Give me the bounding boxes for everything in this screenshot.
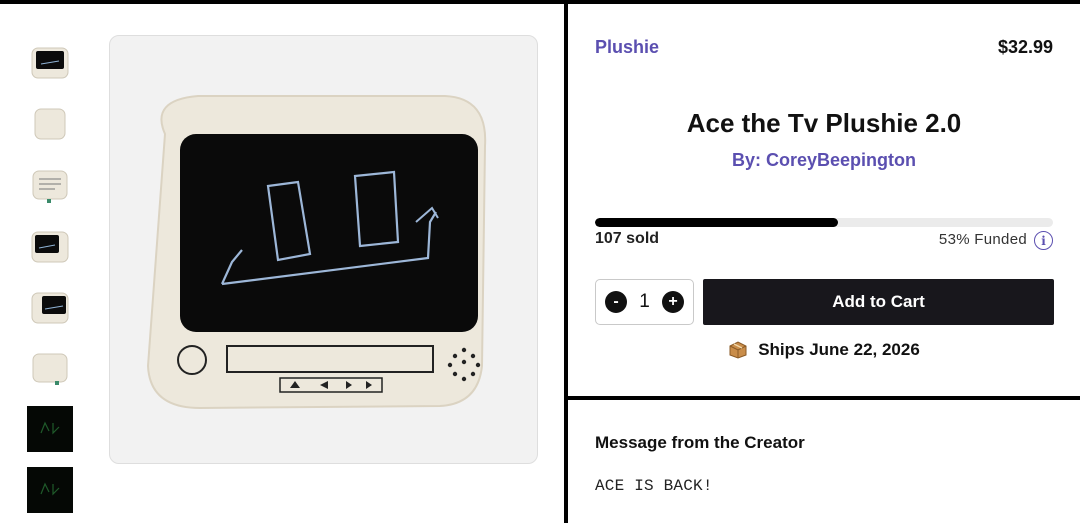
quantity-value[interactable]: 1 (639, 291, 650, 313)
decrease-quantity-button[interactable]: - (605, 291, 627, 313)
funded-percent: 53% Funded (938, 231, 1027, 248)
product-title: Ace the Tv Plushie 2.0 (686, 108, 962, 138)
add-to-cart-button[interactable]: Add to Cart (703, 279, 1054, 325)
package-icon (728, 341, 748, 359)
product-main-image (109, 35, 538, 464)
column-divider (564, 0, 568, 523)
funding-progress-fill (595, 218, 838, 227)
funding-progress-bar (595, 218, 1053, 227)
thumbnail-2[interactable] (27, 101, 73, 147)
thumbnail-6[interactable] (27, 345, 73, 391)
thumbnail-8[interactable] (27, 467, 73, 513)
increase-quantity-button[interactable]: + (661, 291, 684, 313)
creator-link[interactable]: By: CoreyBeepington (568, 150, 1080, 171)
price: $32.99 (997, 37, 1053, 57)
thumbnail-1[interactable] (27, 40, 73, 86)
thumbnail-5[interactable] (27, 284, 73, 330)
thumbnail-4[interactable] (27, 223, 73, 269)
category-link[interactable]: Plushie (595, 37, 659, 58)
creator-message-heading: Message from the Creator (595, 433, 805, 452)
quantity-stepper: - 1 + (595, 279, 694, 325)
thumbnail-3[interactable] (27, 162, 73, 208)
section-divider (568, 396, 1080, 400)
top-divider (0, 0, 1080, 4)
sold-count: 107 sold (595, 230, 660, 247)
ship-date: Ships June 22, 2026 (568, 340, 1080, 360)
ship-date-text: Ships June 22, 2026 (758, 340, 920, 359)
creator-message-body: ACE IS BACK! (595, 477, 713, 495)
thumbnail-7[interactable] (27, 406, 73, 452)
info-icon[interactable]: i (1034, 231, 1053, 250)
